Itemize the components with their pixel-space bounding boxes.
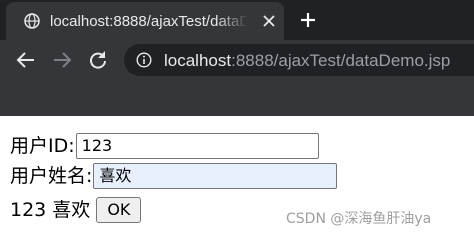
address-url[interactable]: localhost:8888/ajaxTest/dataDemo.jsp — [164, 50, 450, 72]
user-id-label: 用户ID: — [10, 134, 75, 157]
tab-strip: localhost:8888/ajaxTest/dataDemo.jsp — [0, 0, 474, 40]
back-arrow-icon[interactable] — [14, 48, 38, 72]
browser-chrome: localhost:8888/ajaxTest/dataDemo.jsp loc… — [0, 0, 474, 116]
user-name-input[interactable]: 喜欢 — [93, 162, 338, 189]
url-path: :8888/ajaxTest/dataDemo.jsp — [231, 51, 451, 70]
ok-button[interactable]: OK — [96, 196, 142, 223]
new-tab-plus-icon[interactable] — [298, 10, 318, 30]
user-name-label: 用户姓名: — [10, 164, 93, 187]
result-row: 123 喜欢 OK — [10, 196, 142, 223]
user-name-row: 用户姓名: 喜欢 — [10, 162, 338, 189]
user-id-input[interactable]: 123 — [75, 132, 319, 159]
url-host: localhost — [164, 51, 232, 70]
globe-icon — [24, 13, 40, 29]
close-icon[interactable] — [261, 13, 277, 29]
browser-tab[interactable]: localhost:8888/ajaxTest/dataDemo.jsp — [6, 2, 284, 40]
reload-icon[interactable] — [86, 48, 110, 72]
user-id-row: 用户ID: 123 — [10, 132, 319, 159]
tab-title-fade — [216, 8, 248, 34]
result-text: 123 喜欢 — [10, 198, 91, 221]
watermark: CSDN @深海鱼肝油ya — [286, 211, 432, 227]
info-icon[interactable] — [136, 52, 152, 68]
forward-arrow-icon[interactable] — [50, 48, 74, 72]
